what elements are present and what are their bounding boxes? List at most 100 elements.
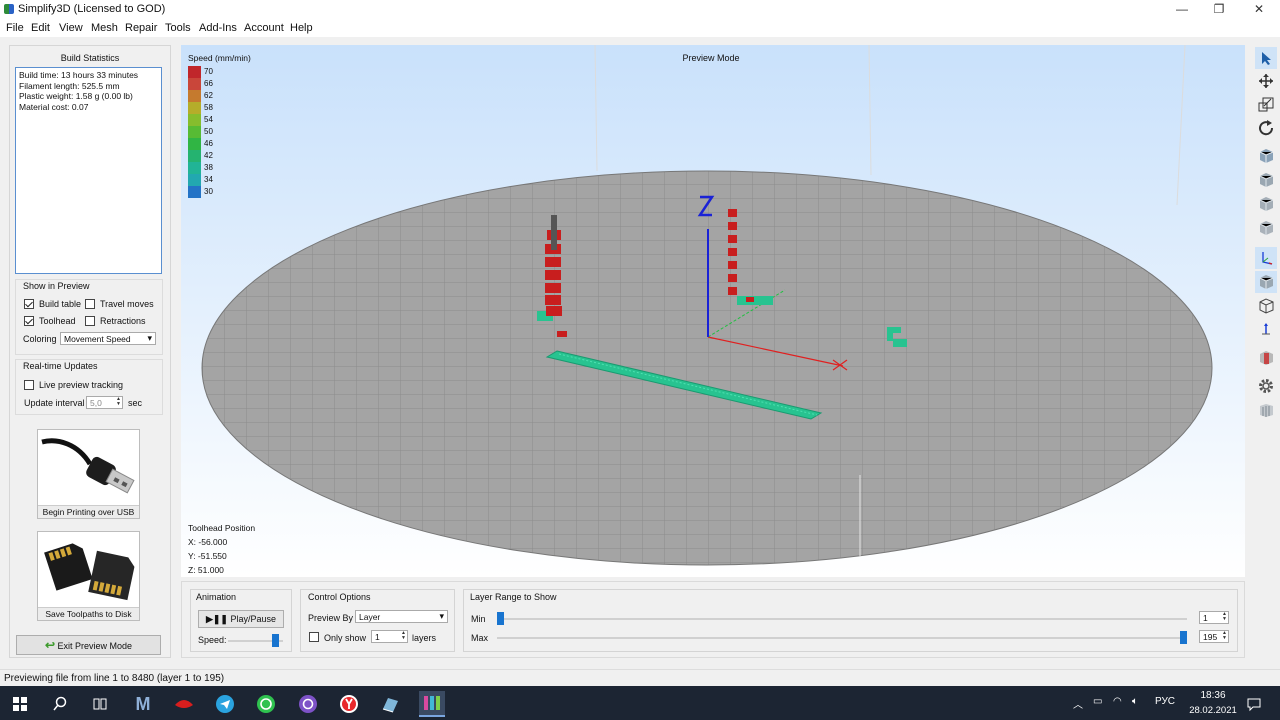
view-side-icon[interactable] [1255,217,1277,239]
legend-item: 30 [188,186,228,198]
file-app-icon[interactable] [377,691,403,717]
clock-time[interactable]: 18:36 [1193,690,1233,701]
viber-icon[interactable] [295,691,321,717]
gear-icon[interactable] [1255,375,1277,397]
menu-edit[interactable]: Edit [31,22,50,34]
layer-min-input[interactable]: 1 ▲ ▼ [1199,611,1229,624]
search-icon[interactable] [47,691,73,717]
m-app-icon[interactable]: M [130,691,156,717]
rotate-icon[interactable] [1255,117,1277,139]
axes-icon[interactable] [1255,247,1277,269]
usb-cable-icon [41,438,135,494]
menu-tools[interactable]: Tools [165,22,191,34]
legend-swatch [188,102,201,114]
update-interval-value: 5,0 [90,398,102,408]
status-text: Previewing file from line 1 to 8480 (lay… [4,673,225,684]
solid-cube-icon[interactable] [1255,271,1277,293]
layers-label: layers [412,633,437,643]
legend-swatch [188,186,201,198]
play-pause-label: Play/Pause [230,614,277,624]
layer-max-slider-track[interactable] [497,637,1187,639]
update-interval-label: Update interval [24,398,85,408]
only-show-checkbox[interactable] [309,632,319,642]
menu-mesh[interactable]: Mesh [91,22,118,34]
menu-file[interactable]: File [6,22,24,34]
play-pause-button[interactable]: ▶❚❚ Play/Pause [198,610,284,628]
close-button[interactable]: ✕ [1239,1,1279,18]
back-arrow-icon: ↩ [44,638,55,652]
menu-account[interactable]: Account [244,22,284,34]
exit-preview-button[interactable]: ↩ Exit Preview Mode [16,635,161,655]
build-table-checkbox[interactable] [24,299,34,309]
view-iso-icon[interactable] [1255,145,1277,167]
legend-swatch [188,66,201,78]
tray-chevron-icon[interactable]: ︿ [1073,696,1083,711]
wireframe-cube-icon[interactable] [1255,295,1277,317]
legend-value: 66 [204,79,213,88]
build-statistics-box[interactable]: Build time: 13 hours 33 minutes Filament… [15,67,162,274]
menu-view[interactable]: View [59,22,83,34]
toolhead-z: Z: 51.000 [188,565,224,575]
yandex-browser-icon[interactable] [336,691,362,717]
plastic-weight-line: Plastic weight: 1.58 g (0.00 lb) [19,91,133,101]
wifi-icon[interactable]: ◠ [1113,696,1122,707]
view-front-icon[interactable] [1255,169,1277,191]
menu-help[interactable]: Help [290,22,313,34]
preview-viewport[interactable]: Speed (mm/min) 70 66 62 58 54 50 46 42 3… [181,45,1245,577]
preview-by-select[interactable]: Layer [355,610,448,623]
windows-start-icon[interactable] [7,691,33,717]
spin-arrows-icon: ▲ ▼ [1222,611,1227,622]
simplify3d-taskbar-icon[interactable] [419,691,445,717]
retractions-checkbox[interactable] [85,316,95,326]
speed-legend-title: Speed (mm/min) [188,53,251,63]
axis-z-icon[interactable] [1255,319,1277,341]
layer-min-value: 1 [1203,613,1208,623]
task-view-icon[interactable] [87,691,113,717]
legend-swatch [188,78,201,90]
toolpath-icon[interactable] [1255,399,1277,421]
view-top-icon[interactable] [1255,193,1277,215]
preview-by-value: Layer [359,612,381,622]
toolhead-checkbox[interactable] [24,316,34,326]
legend-swatch [188,126,201,138]
layer-max-slider-thumb[interactable] [1180,631,1187,644]
layer-min-slider-thumb[interactable] [497,612,504,625]
legend-item: 66 [188,78,228,90]
section-icon[interactable] [1255,347,1277,369]
maximize-button[interactable]: ❐ [1199,1,1239,18]
telegram-icon[interactable] [212,691,238,717]
legend-swatch [188,90,201,102]
toolhead-position: Toolhead Position X: -56.000 Y: -51.550 … [188,521,255,577]
battery-icon[interactable]: ▭ [1093,696,1102,707]
scale-icon[interactable] [1255,93,1277,115]
live-preview-checkbox[interactable] [24,380,34,390]
input-language[interactable]: РУС [1155,696,1175,707]
select-arrow-icon[interactable] [1255,47,1277,69]
layer-max-input[interactable]: 195 ▲ ▼ [1199,630,1229,643]
only-show-layers-input[interactable]: 1 ▲ ▼ [371,630,408,643]
legend-item: 46 [188,138,228,150]
update-interval-unit: sec [128,398,143,408]
legend-swatch [188,150,201,162]
menu-repair[interactable]: Repair [125,22,157,34]
left-panel: Build Statistics Build time: 13 hours 33… [9,45,171,658]
notifications-icon[interactable] [1241,691,1267,717]
clock-date[interactable]: 28.02.2021 [1183,705,1243,716]
travel-moves-checkbox[interactable] [85,299,95,309]
legend-swatch [188,162,201,174]
red-app-icon[interactable] [171,691,197,717]
update-interval-input[interactable]: 5,0 ▲ ▼ [86,396,123,409]
coloring-select[interactable]: Movement Speed [60,332,156,345]
menu-add-ins[interactable]: Add-Ins [199,22,237,34]
save-toolpaths-button[interactable]: Save Toolpaths to Disk [37,531,140,621]
begin-printing-usb-button[interactable]: Begin Printing over USB [37,429,140,519]
minimize-button[interactable]: — [1162,1,1202,18]
whatsapp-icon[interactable] [253,691,279,717]
taskbar: M ︿ ▭ ◠ 🔈︎ РУС 18:36 28.02.2021 [0,686,1280,720]
build-statistics-heading: Build Statistics [60,53,120,63]
speed-slider-thumb[interactable] [271,634,279,647]
volume-icon[interactable]: 🔈︎ [1132,696,1138,707]
legend-value: 62 [204,91,213,100]
move-icon[interactable] [1255,70,1277,92]
layer-min-slider-track[interactable] [497,618,1187,620]
